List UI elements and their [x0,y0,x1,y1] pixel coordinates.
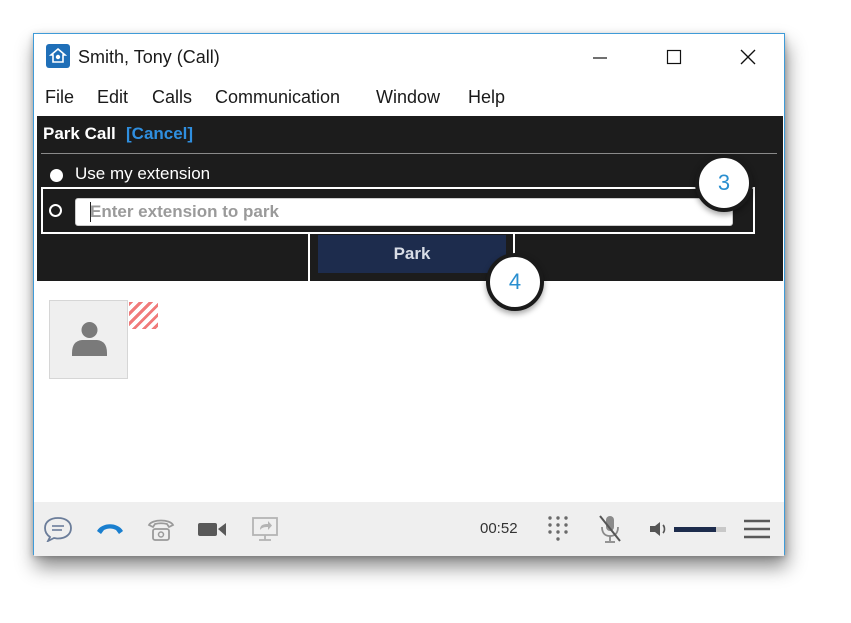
enter-extension-radio[interactable] [49,204,62,217]
screen-share-button[interactable] [248,513,282,545]
volume-button[interactable] [646,518,672,540]
panel-divider [41,153,777,154]
use-my-extension-label[interactable]: Use my extension [75,164,210,184]
menu-edit[interactable]: Edit [97,87,128,108]
screen-share-icon [252,517,278,541]
callout-4: 4 [486,253,544,311]
menu-file[interactable]: File [45,87,74,108]
minimize-icon [593,57,607,59]
maximize-button[interactable] [646,34,702,80]
video-icon [198,523,226,536]
menu-communication[interactable]: Communication [215,87,340,108]
extension-input[interactable] [75,198,733,226]
phone-icon [147,519,175,541]
mute-mic-icon [599,515,621,543]
video-button[interactable] [194,514,230,544]
hangup-icon [97,524,123,534]
call-timer: 00:52 [480,520,518,537]
callout-3: 3 [695,154,753,212]
chat-button[interactable] [42,514,74,544]
close-icon [740,49,756,65]
call-controls-bar: 00:52 [34,502,784,556]
hangup-button[interactable] [92,514,128,544]
park-call-panel: Park Call [Cancel] Use my extension Park [37,116,783,288]
cancel-link[interactable]: [Cancel] [126,124,193,144]
mute-button[interactable] [594,512,626,546]
avatar-person-icon [72,322,107,356]
window-title: Smith, Tony (Call) [78,47,220,67]
status-indicator [129,302,158,329]
volume-icon [650,522,666,536]
dialpad-icon [548,516,568,541]
menu-bar: File Edit Calls Communication Window Hel… [34,84,784,112]
park-button[interactable]: Park [318,235,506,273]
volume-slider[interactable] [674,527,726,532]
menu-calls[interactable]: Calls [152,87,192,108]
close-button[interactable] [720,34,776,80]
maximize-icon [666,49,682,65]
phone-button[interactable] [144,513,178,545]
minimize-button[interactable] [572,34,628,80]
menu-button[interactable] [742,516,772,542]
park-call-title: Park Call [43,124,116,143]
use-my-extension-radio[interactable] [50,169,63,182]
dialpad-button[interactable] [542,513,574,545]
volume-level-fill [674,527,716,532]
text-caret [90,202,91,222]
call-window: Smith, Tony (Call) File Edit Calls Commu… [33,33,785,556]
menu-help[interactable]: Help [468,87,505,108]
hamburger-menu-icon [744,519,770,539]
avatar [49,300,128,379]
menu-window[interactable]: Window [376,87,440,108]
chat-icon [44,517,72,542]
title-bar: Smith, Tony (Call) [34,34,784,80]
app-icon [46,44,70,68]
